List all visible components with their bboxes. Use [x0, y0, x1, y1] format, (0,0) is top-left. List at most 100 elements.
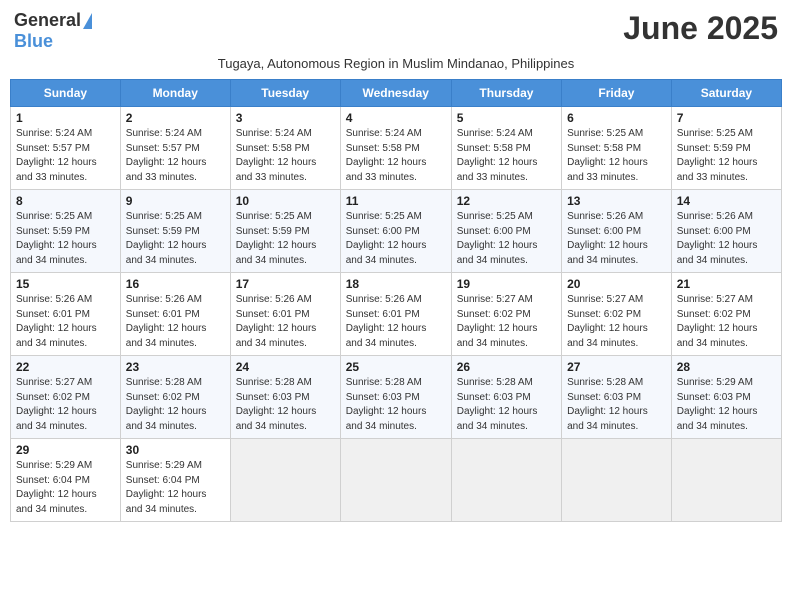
day-info: Sunrise: 5:29 AM Sunset: 6:04 PM Dayligh…: [16, 459, 115, 517]
day-number: 27: [567, 360, 666, 374]
calendar-table: SundayMondayTuesdayWednesdayThursdayFrid…: [10, 79, 782, 522]
day-number: 26: [457, 360, 556, 374]
day-info: Sunrise: 5:27 AM Sunset: 6:02 PM Dayligh…: [677, 293, 776, 351]
day-number: 21: [677, 277, 776, 291]
day-info: Sunrise: 5:28 AM Sunset: 6:03 PM Dayligh…: [236, 376, 335, 434]
calendar-day-cell: [562, 439, 672, 522]
calendar-day-cell: [451, 439, 561, 522]
calendar-day-cell: [340, 439, 451, 522]
calendar-day-cell: 13 Sunrise: 5:26 AM Sunset: 6:00 PM Dayli…: [562, 190, 672, 273]
day-number: 6: [567, 111, 666, 125]
calendar-day-cell: 29 Sunrise: 5:29 AM Sunset: 6:04 PM Dayli…: [11, 439, 121, 522]
calendar-day-cell: 1 Sunrise: 5:24 AM Sunset: 5:57 PM Daylig…: [11, 107, 121, 190]
day-info: Sunrise: 5:26 AM Sunset: 6:01 PM Dayligh…: [126, 293, 225, 351]
day-info: Sunrise: 5:27 AM Sunset: 6:02 PM Dayligh…: [457, 293, 556, 351]
day-number: 15: [16, 277, 115, 291]
logo-triangle-icon: [83, 13, 92, 29]
calendar-week-row: 15 Sunrise: 5:26 AM Sunset: 6:01 PM Dayli…: [11, 273, 782, 356]
calendar-day-cell: 15 Sunrise: 5:26 AM Sunset: 6:01 PM Dayli…: [11, 273, 121, 356]
calendar-day-cell: 26 Sunrise: 5:28 AM Sunset: 6:03 PM Dayli…: [451, 356, 561, 439]
day-number: 14: [677, 194, 776, 208]
day-number: 25: [346, 360, 446, 374]
day-number: 7: [677, 111, 776, 125]
day-number: 29: [16, 443, 115, 457]
logo-general: General: [14, 10, 81, 31]
calendar-day-cell: 9Sunrise: 5:25 AM Sunset: 5:59 PM Daylig…: [120, 190, 230, 273]
day-info: Sunrise: 5:28 AM Sunset: 6:03 PM Dayligh…: [457, 376, 556, 434]
day-info: Sunrise: 5:26 AM Sunset: 6:01 PM Dayligh…: [236, 293, 335, 351]
calendar-day-cell: 11Sunrise: 5:25 AM Sunset: 6:00 PM Dayli…: [340, 190, 451, 273]
calendar-day-cell: 8 Sunrise: 5:25 AM Sunset: 5:59 PM Daylig…: [11, 190, 121, 273]
day-info: Sunrise: 5:24 AM Sunset: 5:58 PM Dayligh…: [346, 127, 446, 185]
day-number: 3: [236, 111, 335, 125]
day-info: Sunrise: 5:27 AM Sunset: 6:02 PM Dayligh…: [16, 376, 115, 434]
day-of-week-header: Thursday: [451, 80, 561, 107]
calendar-day-cell: 4 Sunrise: 5:24 AM Sunset: 5:58 PM Daylig…: [340, 107, 451, 190]
day-info: Sunrise: 5:29 AM Sunset: 6:04 PM Dayligh…: [126, 459, 225, 517]
day-info: Sunrise: 5:26 AM Sunset: 6:00 PM Dayligh…: [677, 210, 776, 268]
day-number: 4: [346, 111, 446, 125]
calendar-day-cell: 27 Sunrise: 5:28 AM Sunset: 6:03 PM Dayli…: [562, 356, 672, 439]
calendar-day-cell: 20Sunrise: 5:27 AM Sunset: 6:02 PM Dayli…: [562, 273, 672, 356]
day-info: Sunrise: 5:25 AM Sunset: 5:59 PM Dayligh…: [16, 210, 115, 268]
day-of-week-header: Monday: [120, 80, 230, 107]
day-info: Sunrise: 5:25 AM Sunset: 5:59 PM Dayligh…: [677, 127, 776, 185]
calendar-day-cell: 16 Sunrise: 5:26 AM Sunset: 6:01 PM Dayli…: [120, 273, 230, 356]
calendar-day-cell: 30 Sunrise: 5:29 AM Sunset: 6:04 PM Dayli…: [120, 439, 230, 522]
day-of-week-header: Saturday: [671, 80, 781, 107]
day-info: Sunrise: 5:28 AM Sunset: 6:03 PM Dayligh…: [346, 376, 446, 434]
day-number: 1: [16, 111, 115, 125]
day-number: 30: [126, 443, 225, 457]
day-info: Sunrise: 5:24 AM Sunset: 5:57 PM Dayligh…: [126, 127, 225, 185]
day-info: Sunrise: 5:28 AM Sunset: 6:03 PM Dayligh…: [567, 376, 666, 434]
month-title: June 2025: [623, 10, 778, 47]
calendar-day-cell: 22 Sunrise: 5:27 AM Sunset: 6:02 PM Dayli…: [11, 356, 121, 439]
calendar-day-cell: [671, 439, 781, 522]
day-info: Sunrise: 5:25 AM Sunset: 5:58 PM Dayligh…: [567, 127, 666, 185]
calendar-day-cell: 25 Sunrise: 5:28 AM Sunset: 6:03 PM Dayli…: [340, 356, 451, 439]
calendar-day-cell: 10Sunrise: 5:25 AM Sunset: 5:59 PM Dayli…: [230, 190, 340, 273]
day-info: Sunrise: 5:24 AM Sunset: 5:57 PM Dayligh…: [16, 127, 115, 185]
day-number: 8: [16, 194, 115, 208]
day-info: Sunrise: 5:26 AM Sunset: 6:01 PM Dayligh…: [16, 293, 115, 351]
day-number: 22: [16, 360, 115, 374]
calendar-day-cell: 3Sunrise: 5:24 AM Sunset: 5:58 PM Daylig…: [230, 107, 340, 190]
day-info: Sunrise: 5:26 AM Sunset: 6:00 PM Dayligh…: [567, 210, 666, 268]
day-of-week-header: Sunday: [11, 80, 121, 107]
calendar-day-cell: 28Sunrise: 5:29 AM Sunset: 6:03 PM Dayli…: [671, 356, 781, 439]
day-info: Sunrise: 5:26 AM Sunset: 6:01 PM Dayligh…: [346, 293, 446, 351]
calendar-day-cell: 21 Sunrise: 5:27 AM Sunset: 6:02 PM Dayli…: [671, 273, 781, 356]
calendar-day-cell: 23 Sunrise: 5:28 AM Sunset: 6:02 PM Dayli…: [120, 356, 230, 439]
calendar-day-cell: 6 Sunrise: 5:25 AM Sunset: 5:58 PM Daylig…: [562, 107, 672, 190]
day-number: 18: [346, 277, 446, 291]
subtitle: Tugaya, Autonomous Region in Muslim Mind…: [10, 56, 782, 71]
day-info: Sunrise: 5:28 AM Sunset: 6:02 PM Dayligh…: [126, 376, 225, 434]
calendar-week-row: 29 Sunrise: 5:29 AM Sunset: 6:04 PM Dayli…: [11, 439, 782, 522]
calendar-day-cell: 19 Sunrise: 5:27 AM Sunset: 6:02 PM Dayli…: [451, 273, 561, 356]
calendar-day-cell: 18 Sunrise: 5:26 AM Sunset: 6:01 PM Dayli…: [340, 273, 451, 356]
calendar-day-cell: 12 Sunrise: 5:25 AM Sunset: 6:00 PM Dayli…: [451, 190, 561, 273]
calendar-week-row: 22 Sunrise: 5:27 AM Sunset: 6:02 PM Dayli…: [11, 356, 782, 439]
day-info: Sunrise: 5:25 AM Sunset: 6:00 PM Dayligh…: [457, 210, 556, 268]
day-of-week-header: Friday: [562, 80, 672, 107]
day-info: Sunrise: 5:25 AM Sunset: 5:59 PM Dayligh…: [236, 210, 335, 268]
day-number: 2: [126, 111, 225, 125]
calendar-day-cell: 2 Sunrise: 5:24 AM Sunset: 5:57 PM Daylig…: [120, 107, 230, 190]
day-info: Sunrise: 5:24 AM Sunset: 5:58 PM Dayligh…: [457, 127, 556, 185]
day-info: Sunrise: 5:25 AM Sunset: 6:00 PM Dayligh…: [346, 210, 446, 268]
calendar-week-row: 8 Sunrise: 5:25 AM Sunset: 5:59 PM Daylig…: [11, 190, 782, 273]
logo-blue: Blue: [14, 31, 53, 52]
day-number: 13: [567, 194, 666, 208]
day-number: 12: [457, 194, 556, 208]
day-info: Sunrise: 5:27 AM Sunset: 6:02 PM Dayligh…: [567, 293, 666, 351]
calendar-day-cell: 17Sunrise: 5:26 AM Sunset: 6:01 PM Dayli…: [230, 273, 340, 356]
calendar-day-cell: [230, 439, 340, 522]
day-info: Sunrise: 5:29 AM Sunset: 6:03 PM Dayligh…: [677, 376, 776, 434]
day-number: 23: [126, 360, 225, 374]
logo: General Blue: [14, 10, 92, 52]
day-number: 9: [126, 194, 225, 208]
day-number: 19: [457, 277, 556, 291]
day-of-week-header: Tuesday: [230, 80, 340, 107]
calendar-week-row: 1 Sunrise: 5:24 AM Sunset: 5:57 PM Daylig…: [11, 107, 782, 190]
day-number: 16: [126, 277, 225, 291]
